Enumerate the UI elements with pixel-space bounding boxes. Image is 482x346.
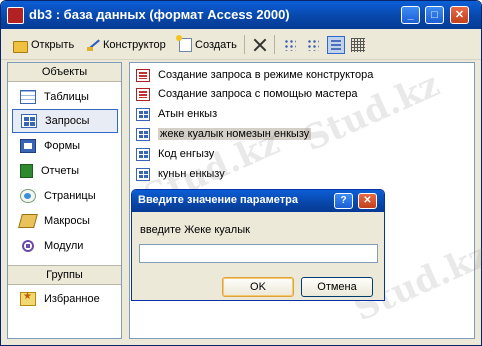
window-title: db3 : база данных (формат Access 2000)	[29, 7, 290, 22]
list-item[interactable]: Атын енкыз	[136, 105, 217, 123]
sidebar-item-label: Модули	[44, 240, 84, 252]
sidebar-item-macros[interactable]: Макросы	[12, 209, 118, 233]
sidebar-item-pages[interactable]: Страницы	[12, 184, 118, 208]
objects-header[interactable]: Объекты	[8, 63, 121, 82]
create-label: Создать	[195, 39, 237, 51]
list-view-button[interactable]	[327, 36, 345, 54]
report-icon	[20, 164, 33, 178]
cancel-button[interactable]: Отмена	[301, 277, 373, 297]
sidebar-item-favorites[interactable]: Избранное	[12, 287, 118, 311]
list-item[interactable]: Создание запроса в режиме конструктора	[136, 66, 373, 84]
wizard-icon	[136, 87, 150, 101]
dialog-title-bar[interactable]: Введите значение параметра ? ✕	[132, 190, 384, 212]
dialog-title: Введите значение параметра	[138, 194, 298, 206]
list-item[interactable]: Код енгызу	[136, 145, 214, 163]
list-item-label: жеке куалык номезын енкызу	[158, 128, 312, 140]
query-icon	[136, 147, 150, 161]
delete-icon	[253, 38, 267, 52]
list-item[interactable]: жеке куалык номезын енкызу	[136, 125, 312, 143]
macro-icon	[18, 214, 38, 228]
toolbar: Открыть Конструктор Создать	[1, 29, 481, 60]
open-button[interactable]: Открыть	[13, 37, 74, 53]
ok-button[interactable]: OK	[222, 277, 294, 297]
page-icon	[20, 189, 36, 203]
delete-button[interactable]	[253, 37, 267, 53]
small-icons-icon	[307, 39, 319, 51]
query-icon	[136, 107, 150, 121]
list-item-label: Атын енкыз	[158, 108, 218, 120]
favorites-icon	[20, 291, 36, 306]
open-label: Открыть	[31, 39, 75, 51]
form-icon	[20, 139, 36, 153]
parameter-input[interactable]	[139, 244, 378, 263]
close-button[interactable]: ✕	[450, 6, 469, 24]
details-view-icon	[351, 38, 365, 52]
sidebar-item-tables[interactable]: Таблицы	[12, 85, 118, 109]
query-icon	[21, 114, 37, 128]
details-view-button[interactable]	[349, 36, 367, 54]
large-icons-icon	[284, 39, 296, 51]
list-item-label: Код енгызу	[158, 148, 215, 160]
parameter-dialog: Введите значение параметра ? ✕ введите Ж…	[131, 189, 385, 301]
help-button[interactable]: ?	[334, 193, 353, 209]
groups-header[interactable]: Группы	[8, 265, 121, 285]
parameter-prompt: введите Жеке куалык	[140, 224, 250, 236]
toolbar-separator	[274, 35, 275, 54]
large-icons-view-button[interactable]	[281, 36, 299, 54]
toolbar-separator	[244, 35, 245, 54]
sidebar-item-label: Формы	[44, 140, 81, 152]
dialog-close-button[interactable]: ✕	[358, 193, 377, 209]
list-view-icon	[331, 40, 341, 50]
create-button[interactable]: Создать	[176, 35, 237, 53]
list-item[interactable]: куньн енкызу	[136, 165, 225, 183]
sidebar-item-label: Отчеты	[41, 165, 80, 177]
sidebar-item-queries[interactable]: Запросы	[12, 109, 118, 133]
open-icon	[13, 40, 28, 53]
sidebar-item-label: Запросы	[45, 115, 90, 127]
query-icon	[136, 127, 150, 141]
design-label: Конструктор	[103, 39, 166, 51]
query-icon	[136, 167, 150, 181]
maximize-button[interactable]: □	[425, 6, 444, 24]
list-item-label: Создание запроса в режиме конструктора	[158, 69, 374, 81]
title-bar[interactable]: db3 : база данных (формат Access 2000) _…	[1, 1, 481, 29]
design-icon	[86, 38, 100, 52]
sidebar-item-label: Таблицы	[44, 91, 89, 103]
sidebar-item-modules[interactable]: Модули	[12, 234, 118, 258]
sidebar-item-label: Избранное	[44, 293, 100, 305]
list-item-label: куньн енкызу	[158, 168, 225, 180]
table-icon	[20, 90, 36, 104]
objects-panel: Объекты Таблицы Запросы Формы Отчеты Стр…	[7, 62, 122, 339]
list-item-label: Создание запроса с помощью мастера	[158, 88, 358, 100]
design-button[interactable]: Конструктор	[86, 37, 166, 53]
sidebar-item-reports[interactable]: Отчеты	[12, 159, 118, 183]
module-icon	[20, 239, 36, 253]
create-icon	[176, 35, 192, 52]
minimize-button[interactable]: _	[401, 6, 420, 24]
wizard-icon	[136, 68, 150, 82]
sidebar-item-label: Страницы	[44, 190, 96, 202]
small-icons-view-button[interactable]	[304, 36, 322, 54]
list-item[interactable]: Создание запроса с помощью мастера	[136, 85, 358, 103]
sidebar-item-forms[interactable]: Формы	[12, 134, 118, 158]
access-app-icon[interactable]	[7, 7, 24, 24]
sidebar-item-label: Макросы	[44, 215, 90, 227]
